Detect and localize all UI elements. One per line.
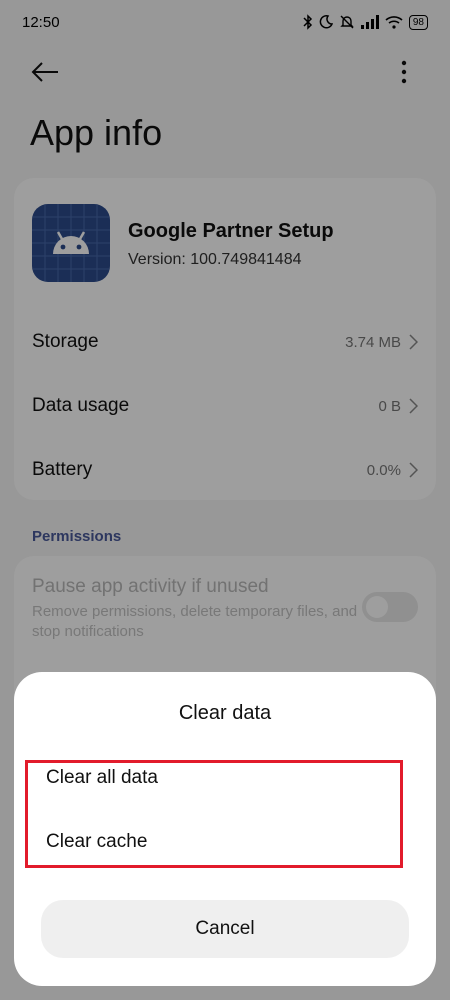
clear-cache-option[interactable]: Clear cache <box>46 822 386 862</box>
clear-data-dialog: Clear data Clear all data Clear cache Ca… <box>14 672 436 986</box>
cancel-button[interactable]: Cancel <box>41 900 409 958</box>
dialog-title: Clear data <box>178 702 272 724</box>
clear-all-data-option[interactable]: Clear all data <box>46 758 386 798</box>
